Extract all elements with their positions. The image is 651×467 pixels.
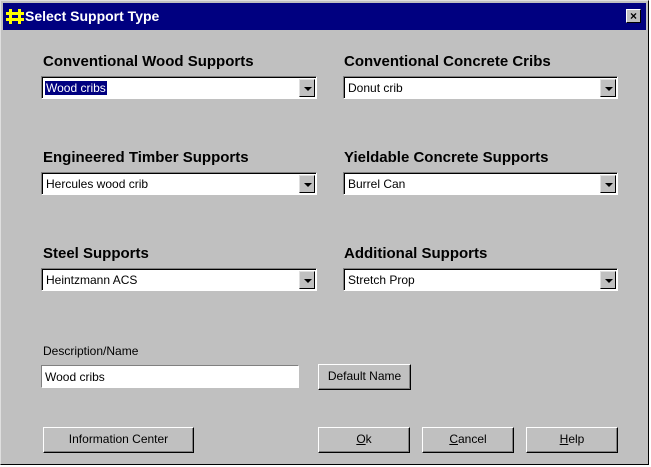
chevron-down-icon[interactable]: [600, 175, 616, 193]
chevron-down-icon[interactable]: [600, 79, 616, 97]
ok-button[interactable]: Ok: [318, 427, 410, 453]
cancel-label-rest: ancel: [457, 432, 487, 446]
chevron-down-icon[interactable]: [600, 271, 616, 289]
cancel-accelerator: C: [449, 432, 458, 446]
steel-supports-value: Heintzmann ACS: [46, 273, 138, 287]
engineered-timber-value: Hercules wood crib: [46, 177, 149, 191]
conventional-wood-value: Wood cribs: [45, 81, 107, 95]
help-button[interactable]: Help: [526, 427, 618, 453]
conventional-wood-select[interactable]: Wood cribs: [41, 76, 317, 99]
default-name-button[interactable]: Default Name: [318, 364, 411, 390]
conventional-concrete-value: Donut crib: [348, 81, 403, 95]
steel-supports-select[interactable]: Heintzmann ACS: [41, 268, 317, 291]
select-support-type-dialog: Select Support Type × Conventional Wood …: [0, 0, 649, 465]
window-title: Select Support Type: [25, 8, 160, 24]
conventional-concrete-label: Conventional Concrete Cribs: [344, 53, 551, 70]
description-value: Wood cribs: [45, 370, 105, 384]
chevron-down-icon[interactable]: [299, 175, 315, 193]
app-icon: [6, 8, 24, 25]
information-center-label: Information Center: [68, 432, 169, 446]
help-accelerator: H: [559, 432, 569, 446]
additional-supports-value: Stretch Prop: [348, 273, 415, 287]
chevron-down-icon[interactable]: [299, 79, 315, 97]
conventional-wood-label: Conventional Wood Supports: [43, 53, 254, 70]
close-icon: ×: [629, 9, 637, 23]
close-button[interactable]: ×: [626, 9, 641, 23]
additional-supports-label: Additional Supports: [344, 245, 488, 262]
engineered-timber-select[interactable]: Hercules wood crib: [41, 172, 317, 195]
help-label-rest: elp: [568, 432, 585, 446]
yieldable-concrete-value: Burrel Can: [348, 177, 406, 191]
yieldable-concrete-label: Yieldable Concrete Supports: [344, 149, 549, 166]
additional-supports-select[interactable]: Stretch Prop: [343, 268, 618, 291]
chevron-down-icon[interactable]: [299, 271, 315, 289]
conventional-concrete-select[interactable]: Donut crib: [343, 76, 618, 99]
ok-label-rest: k: [365, 432, 372, 446]
description-input[interactable]: Wood cribs: [41, 365, 299, 388]
engineered-timber-label: Engineered Timber Supports: [43, 149, 249, 166]
default-name-label: Default Name: [327, 369, 402, 383]
steel-supports-label: Steel Supports: [43, 245, 149, 262]
ok-accelerator: O: [356, 432, 366, 446]
information-center-button[interactable]: Information Center: [43, 427, 194, 453]
title-bar[interactable]: Select Support Type ×: [3, 3, 646, 30]
cancel-button[interactable]: Cancel: [422, 427, 514, 453]
description-label: Description/Name: [43, 344, 139, 358]
yieldable-concrete-select[interactable]: Burrel Can: [343, 172, 618, 195]
